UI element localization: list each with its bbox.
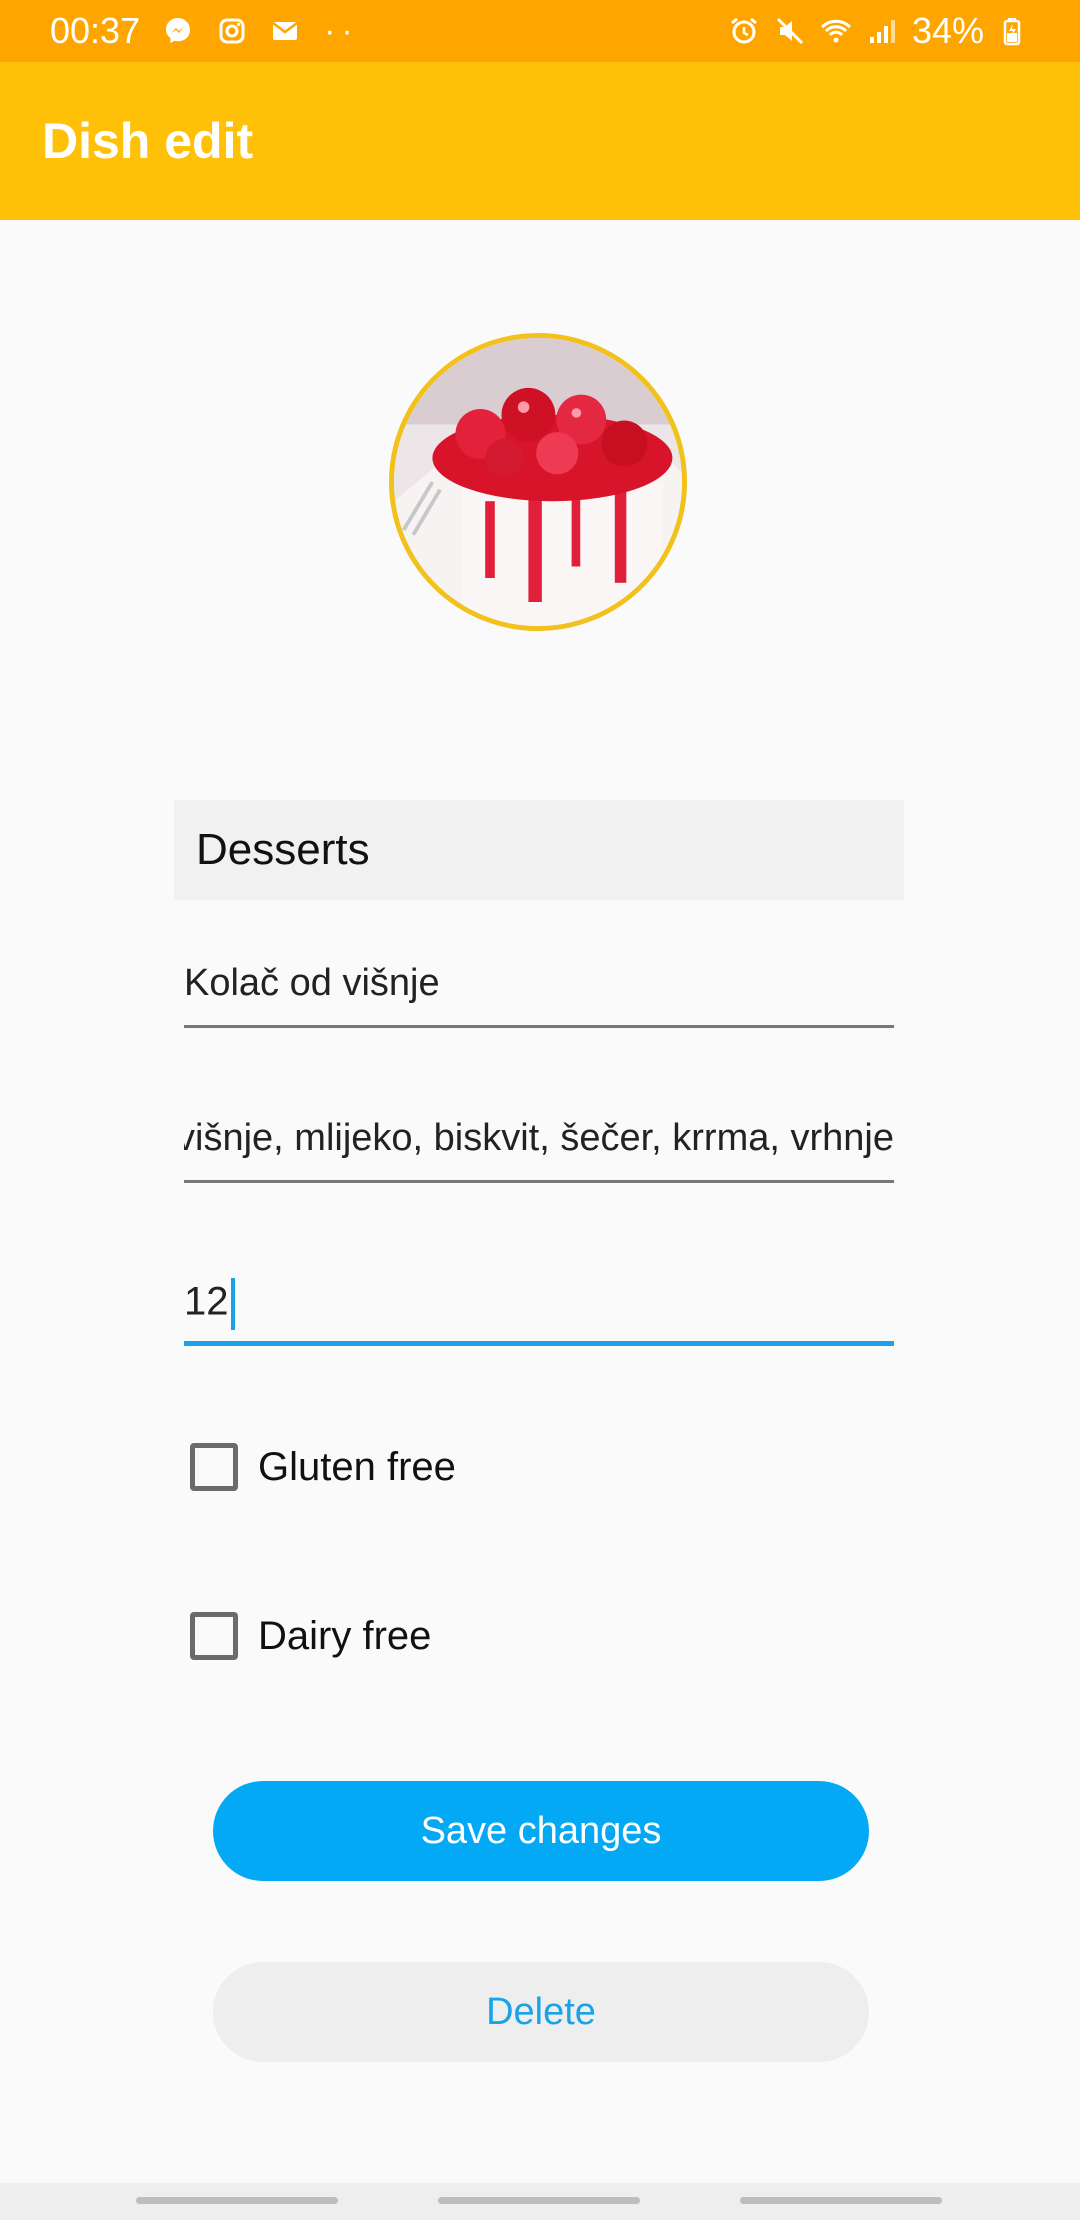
dairy-free-checkbox[interactable] [190, 1612, 238, 1660]
category-select[interactable]: Desserts [174, 800, 904, 900]
text-cursor [230, 1278, 235, 1330]
messenger-icon [162, 15, 194, 47]
page-title: Dish edit [42, 113, 254, 169]
ingredients-text: višnje, mlijeko, biskvit, šečer, krrma, … [184, 1117, 894, 1159]
nav-home-handle[interactable] [438, 2197, 640, 2204]
instagram-icon [216, 15, 248, 47]
mute-icon [774, 15, 806, 47]
status-bar: 00:37 ·· 34% [0, 0, 1080, 62]
gluten-free-checkbox[interactable] [190, 1443, 238, 1491]
dish-image [394, 338, 682, 626]
gluten-free-option[interactable]: Gluten free [190, 1443, 456, 1491]
wifi-icon [820, 15, 852, 47]
navigation-bar [0, 2183, 1080, 2220]
ingredients-field[interactable]: višnje, mlijeko, biskvit, šečer, krrma, … [184, 1117, 894, 1183]
mail-icon [270, 15, 302, 47]
price-field[interactable]: 12 [184, 1278, 894, 1346]
signal-icon [866, 15, 898, 47]
dairy-free-option[interactable]: Dairy free [190, 1612, 431, 1660]
delete-button[interactable]: Delete [213, 1962, 869, 2062]
save-changes-button[interactable]: Save changes [213, 1781, 869, 1881]
app-bar: Dish edit [0, 62, 1080, 220]
gluten-free-label: Gluten free [258, 1444, 456, 1489]
status-time: 00:37 [50, 10, 141, 51]
battery-percent: 34% [911, 10, 984, 51]
nav-back-handle[interactable] [740, 2197, 942, 2204]
dairy-free-label: Dairy free [258, 1613, 432, 1658]
battery-icon [998, 15, 1030, 47]
more-notifications: ·· [324, 11, 359, 50]
dish-photo[interactable] [389, 333, 687, 631]
price-text: 12 [184, 1279, 229, 1324]
nav-recents-handle[interactable] [136, 2197, 338, 2204]
alarm-icon [728, 15, 760, 47]
dish-name-field[interactable]: Kolač od višnje [184, 962, 894, 1028]
